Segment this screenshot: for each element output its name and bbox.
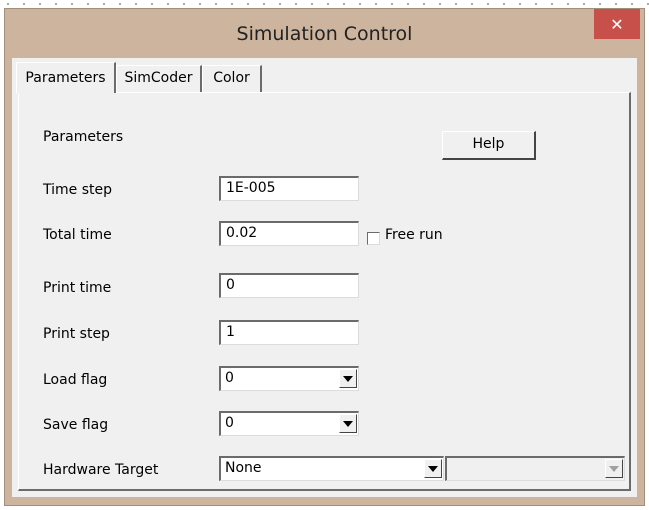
parameters-panel: Parameters Help Time step 1E-005 Total t… — [18, 92, 631, 491]
hardware-target-dropdown-button[interactable] — [424, 459, 442, 478]
hardware-target-value: None — [225, 460, 262, 476]
simulation-control-dialog: Simulation Control ✕ Parameters SimCoder… — [4, 8, 645, 506]
tab-label: Parameters — [25, 70, 106, 86]
tab-color[interactable]: Color — [202, 65, 262, 92]
load-flag-select[interactable]: 0 — [219, 366, 359, 391]
total-time-input[interactable]: 0.02 — [219, 221, 359, 246]
print-time-label: Print time — [43, 280, 112, 296]
print-step-input[interactable]: 1 — [219, 320, 359, 345]
load-flag-label: Load flag — [43, 372, 108, 388]
time-step-label: Time step — [43, 182, 112, 198]
save-flag-select[interactable]: 0 — [219, 411, 359, 436]
hardware-target-select[interactable]: None — [219, 456, 444, 481]
close-icon: ✕ — [610, 14, 624, 34]
tab-label: SimCoder — [124, 70, 193, 86]
help-button[interactable]: Help — [442, 131, 536, 160]
panel-heading: Parameters — [43, 129, 124, 145]
load-flag-value: 0 — [225, 370, 234, 386]
title-bar[interactable]: Simulation Control ✕ — [5, 9, 644, 57]
tab-label: Color — [213, 70, 250, 86]
print-time-input[interactable]: 0 — [219, 273, 359, 298]
chevron-down-icon — [343, 420, 353, 427]
save-flag-label: Save flag — [43, 417, 109, 433]
chevron-down-icon — [428, 465, 438, 472]
free-run-label[interactable]: Free run — [385, 227, 443, 243]
desktop-background — [0, 0, 649, 8]
secondary-dropdown-button — [605, 459, 623, 478]
free-run-checkbox[interactable] — [367, 232, 380, 245]
chevron-down-icon — [343, 375, 353, 382]
load-flag-dropdown-button[interactable] — [339, 369, 357, 388]
dialog-client-area: Parameters SimCoder Color Parameters Hel… — [12, 58, 637, 497]
tab-parameters[interactable]: Parameters — [16, 62, 116, 93]
window-title: Simulation Control — [236, 23, 413, 45]
close-button[interactable]: ✕ — [594, 9, 640, 39]
tab-simcoder[interactable]: SimCoder — [116, 65, 202, 92]
hardware-target-label: Hardware Target — [43, 462, 159, 478]
save-flag-dropdown-button[interactable] — [339, 414, 357, 433]
chevron-down-icon — [609, 465, 619, 472]
total-time-label: Total time — [43, 227, 112, 243]
time-step-input[interactable]: 1E-005 — [219, 176, 359, 201]
save-flag-value: 0 — [225, 415, 234, 431]
print-step-label: Print step — [43, 326, 110, 342]
hardware-target-secondary-select — [445, 456, 625, 481]
